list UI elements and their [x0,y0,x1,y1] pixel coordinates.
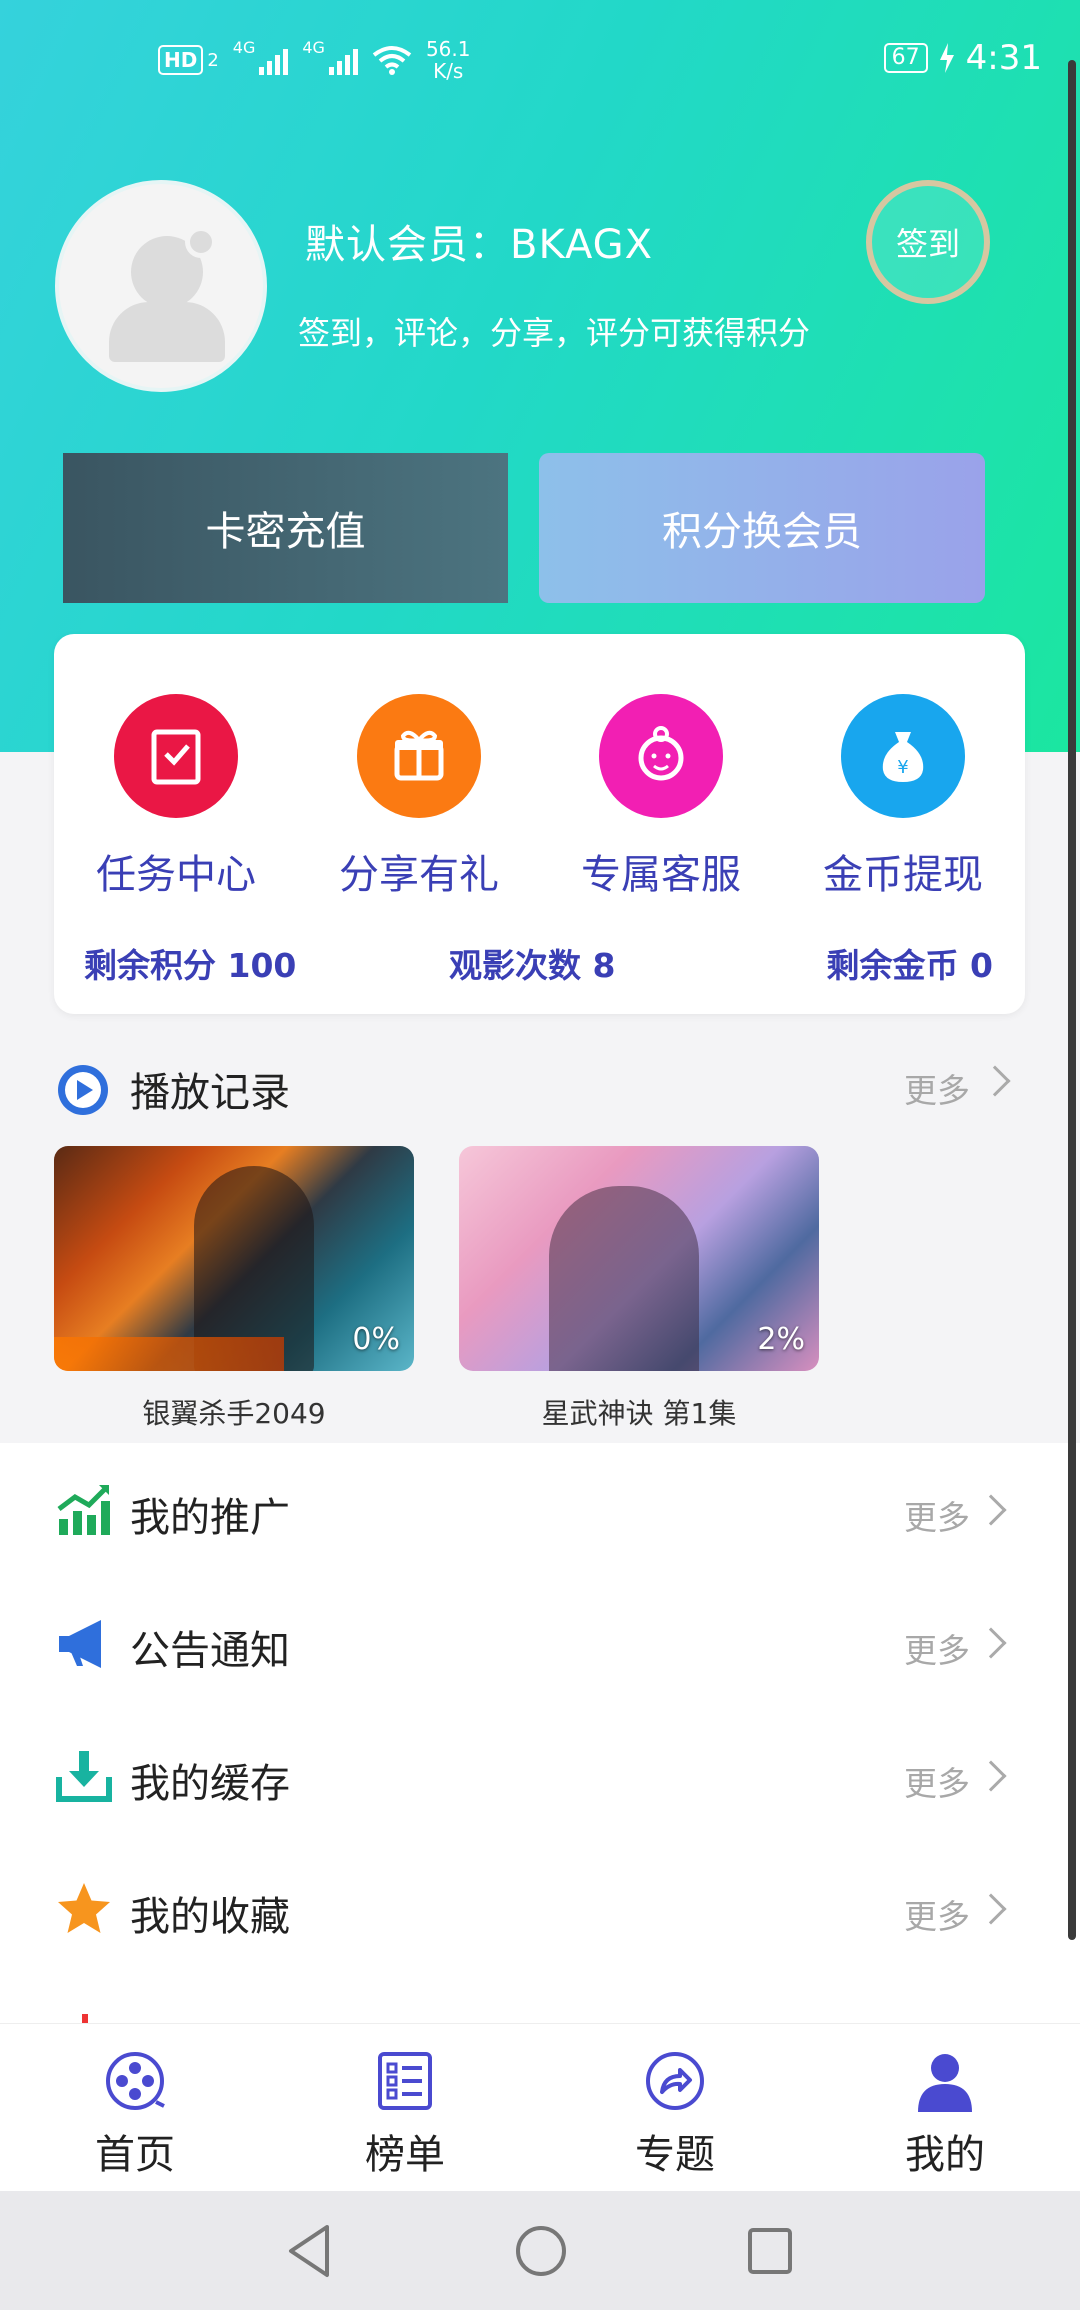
net-speed: 56.1 K/s [426,38,471,82]
tab-mine[interactable]: 我的 [865,2050,1025,2180]
watch-progress: 0% [352,1322,400,1357]
signal-icon [328,45,358,75]
net-speed-unit: K/s [433,59,464,83]
status-bar: HD 2 4G 4G 56.1 K/s 67 4:31 [0,28,1080,98]
avatar-badge [185,226,217,258]
points-to-vip-button[interactable]: 积分换会员 [539,453,985,603]
tab-label: 榜单 [365,2132,445,2178]
menu-item-label: 我的收藏 [130,1894,290,1940]
feature-share-gift[interactable]: 分享有礼 [319,694,519,900]
points-tagline: 签到，评论，分享，评分可获得积分 [298,314,811,352]
megaphone-icon [59,1620,101,1668]
wifi-icon [372,46,412,75]
signal-icon [259,45,289,75]
card-recharge-button[interactable]: 卡密充值 [63,453,508,603]
menu-item-label: 公告通知 [130,1628,290,1674]
tab-home[interactable]: 首页 [55,2050,215,2180]
chevron-right-icon[interactable] [975,1760,1007,1792]
list-icon [378,2052,432,2110]
share-arrow-icon [646,2052,704,2110]
menu-item-favorites[interactable]: 我的收藏 更多 [0,1842,1080,1975]
menu-item-label: 我的缓存 [130,1761,290,1807]
feature-coin-withdraw[interactable]: ¥ 金币提现 [803,694,1003,900]
menu-item-promotion[interactable]: 我的推广 更多 [0,1443,1080,1576]
svg-text:¥: ¥ [897,757,908,778]
star-icon [58,1883,110,1933]
feature-label: 任务中心 [96,852,256,898]
chevron-right-icon[interactable] [975,1893,1007,1925]
history-thumbnail[interactable]: 0% [54,1146,414,1371]
poster-title-strip [54,1337,284,1371]
feature-panel: 任务中心 分享有礼 专属客服 ¥ 金币提现 剩余积分 100 观影次数 8 剩余… [54,634,1025,1014]
menu-more-link[interactable]: 更多 [904,1890,970,1938]
feature-customer-service[interactable]: 专属客服 [561,694,761,900]
net-speed-value: 56.1 [425,37,471,61]
sign-in-button[interactable]: 签到 [866,180,990,304]
remaining-coins: 剩余金币 0 [826,946,993,985]
feature-label: 分享有礼 [339,852,499,898]
avatar[interactable] [55,180,267,392]
tab-label: 首页 [95,2132,175,2178]
history-header: 播放记录 更多 [0,1044,1080,1124]
menu-more-link[interactable]: 更多 [904,1757,970,1805]
scrollbar[interactable] [1068,60,1076,1940]
task-icon [114,694,238,818]
partial-item-marker [82,2014,88,2023]
tab-label: 专题 [635,2132,715,2178]
download-icon [56,1751,112,1802]
feature-label: 金币提现 [823,852,983,898]
history-caption[interactable]: 星武神诀 第1集 [459,1392,819,1432]
menu-item-label: 我的推广 [130,1495,290,1541]
play-icon [58,1065,108,1115]
clock: 4:31 [965,38,1042,78]
tab-label: 我的 [905,2132,985,2178]
hd-indicator: HD [158,45,204,75]
chart-icon [57,1485,110,1535]
view-count: 观影次数 8 [449,946,616,985]
menu-more-link[interactable]: 更多 [904,1491,970,1539]
feature-label: 专属客服 [581,852,741,898]
home-icon[interactable] [513,2221,569,2281]
tab-topics[interactable]: 专题 [595,2050,755,2180]
remaining-points: 剩余积分 100 [84,946,297,985]
person-icon [918,2054,972,2112]
menu-more-link[interactable]: 更多 [904,1624,970,1672]
menu-item-announcements[interactable]: 公告通知 更多 [0,1576,1080,1709]
history-thumbnail[interactable]: 2% [459,1146,819,1371]
network-type-b: 4G [302,38,325,57]
avatar-body [109,302,225,362]
chevron-right-icon[interactable] [979,1065,1011,1097]
sim-indicator: 2 [207,49,219,71]
history-caption[interactable]: 银翼杀手2049 [54,1392,414,1432]
service-icon [599,694,723,818]
history-more-link[interactable]: 更多 [904,1064,970,1112]
film-reel-icon [106,2052,165,2110]
system-navigation-bar [0,2191,1080,2310]
back-icon[interactable] [285,2221,335,2281]
poster-figure [549,1186,699,1371]
tab-rankings[interactable]: 榜单 [325,2050,485,2180]
menu-item-downloads[interactable]: 我的缓存 更多 [0,1709,1080,1842]
network-type-a: 4G [232,38,256,57]
recents-icon[interactable] [745,2221,795,2281]
gift-icon [357,694,481,818]
chevron-right-icon[interactable] [975,1494,1007,1526]
history-title: 播放记录 [130,1070,290,1116]
watch-progress: 2% [757,1322,805,1357]
username: 默认会员：BKAGX [305,222,654,268]
chevron-right-icon[interactable] [975,1627,1007,1659]
battery-icon: 67 [883,43,928,73]
feature-task-center[interactable]: 任务中心 [76,694,276,900]
money-bag-icon: ¥ [841,694,965,818]
charging-icon [939,43,954,73]
bottom-tab-bar: 首页 榜单 专题 我的 [0,2023,1080,2191]
